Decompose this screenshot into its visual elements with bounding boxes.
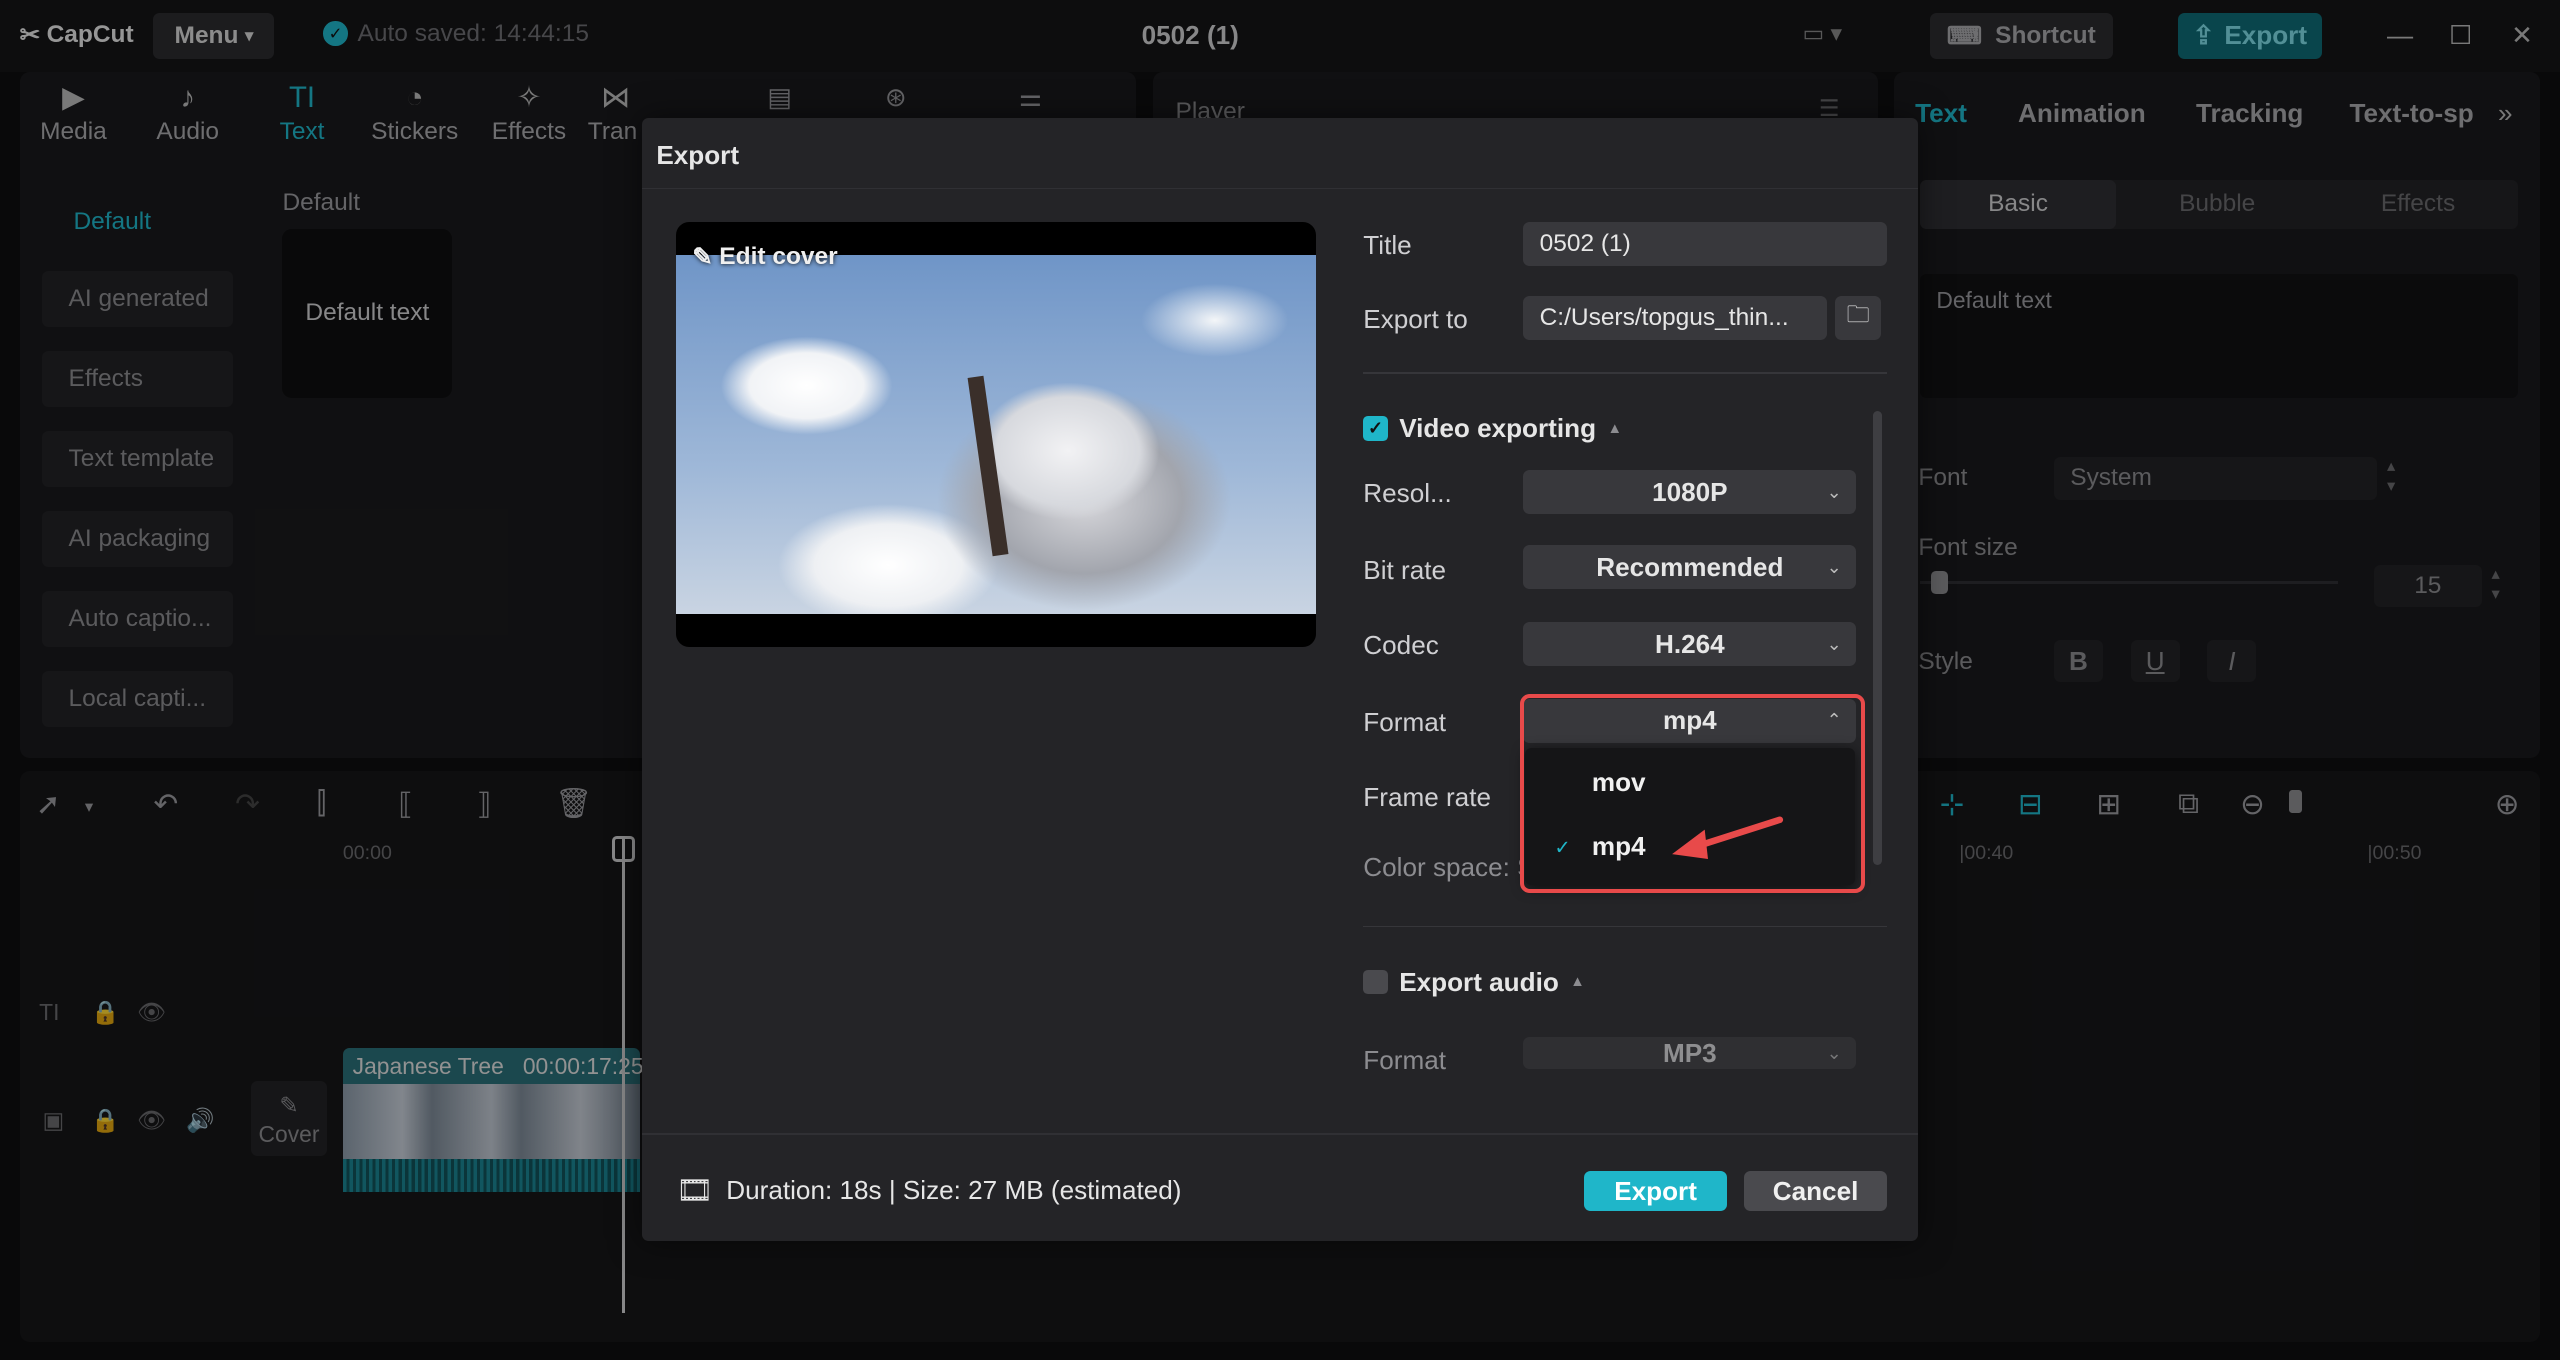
framerate-label: Frame rate: [1363, 782, 1491, 813]
codec-select[interactable]: H.264 ⌄: [1523, 622, 1857, 667]
cover-image: [675, 254, 1316, 614]
folder-icon: 🗀: [1846, 300, 1870, 327]
chevron-down-icon: ⌄: [1826, 1042, 1842, 1063]
bitrate-select[interactable]: Recommended ⌄: [1523, 545, 1857, 590]
pencil-icon: ✎: [692, 243, 713, 271]
chevron-down-icon: ⌄: [1826, 556, 1842, 577]
dialog-title: Export: [641, 118, 1919, 190]
capcut-window: ✂ CapCut Menu ▾ ✓ Auto saved: 14:44:15 0502…: [0, 0, 2560, 1360]
format-label: Format: [1363, 706, 1446, 737]
export-button[interactable]: Export: [1583, 1170, 1728, 1212]
folder-button[interactable]: 🗀: [1835, 295, 1881, 340]
audio-format-select[interactable]: MP3 ⌄: [1523, 1036, 1857, 1070]
cancel-button[interactable]: Cancel: [1743, 1170, 1888, 1212]
export-estimate: 🎞 Duration: 18s | Size: 27 MB (estimated): [675, 1173, 1182, 1207]
title-input[interactable]: 0502 (1): [1523, 222, 1888, 267]
codec-label: Codec: [1363, 630, 1439, 661]
footer-divider: [641, 1133, 1919, 1135]
film-icon: 🎞: [675, 1173, 714, 1207]
divider: [1363, 925, 1888, 928]
bitrate-label: Bit rate: [1363, 555, 1447, 586]
chevron-down-icon: ⌄: [1826, 481, 1842, 502]
title-label: Title: [1363, 230, 1412, 261]
checkbox-unchecked-icon[interactable]: [1363, 969, 1388, 995]
divider: [1363, 372, 1888, 374]
checkbox-checked-icon[interactable]: ✓: [1363, 416, 1388, 441]
highlight-box: [1520, 693, 1865, 894]
video-exporting-toggle[interactable]: ✓ Video exporting ▲: [1363, 413, 1622, 444]
audio-format-label: Format: [1363, 1044, 1446, 1075]
resolution-label: Resol...: [1363, 478, 1452, 509]
export-path-input[interactable]: C:/Users/topgus_thin...: [1523, 295, 1827, 340]
colorspace-label: Color space: S: [1363, 852, 1521, 883]
dialog-scrollbar[interactable]: [1872, 411, 1883, 866]
edit-cover-button[interactable]: ✎ Edit cover: [692, 242, 837, 272]
resolution-select[interactable]: 1080P ⌄: [1523, 470, 1857, 515]
collapse-icon[interactable]: ▲: [1570, 974, 1585, 990]
collapse-icon[interactable]: ▲: [1607, 421, 1622, 437]
chevron-down-icon: ⌄: [1826, 633, 1842, 654]
export-to-label: Export to: [1363, 303, 1468, 334]
export-audio-toggle[interactable]: Export audio ▲: [1363, 967, 1585, 998]
